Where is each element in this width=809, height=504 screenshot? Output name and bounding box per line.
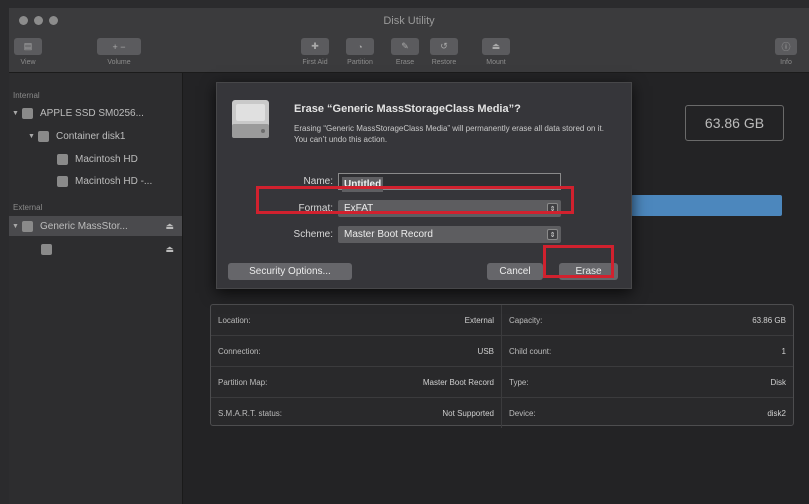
sidebar-item-label: Container disk1 [56, 130, 126, 142]
info-cell: Partition Map: Master Boot Record [211, 367, 501, 397]
sidebar-item-container[interactable]: ▼ Container disk1 [28, 126, 125, 146]
view-button-label: View [20, 59, 36, 66]
sidebar: Internal ▼ APPLE SSD SM0256... ▼ Contain… [9, 73, 183, 504]
volume-button[interactable]: + − Volume [97, 38, 141, 66]
info-cell: Location: External [211, 305, 501, 335]
scheme-select-value: Master Boot Record [344, 229, 433, 240]
info-key: Child count: [509, 346, 552, 356]
toolbar: Disk Utility ▤ View + − Volume ✚ First A… [9, 8, 809, 73]
erase-highlight-box [543, 245, 614, 278]
info-button-label: Info [780, 59, 792, 66]
info-key: Capacity: [509, 315, 543, 325]
eject-icon[interactable]: ⏏ [165, 244, 174, 255]
dialog-message: Erasing “Generic MassStorageClass Media”… [294, 124, 604, 144]
partition-button-label: Partition [347, 59, 373, 66]
mount-button-label: Mount [486, 59, 506, 66]
disk-utility-window: Disk Utility ▤ View + − Volume ✚ First A… [9, 8, 809, 504]
sidebar-item-macintosh-hd-data[interactable]: Macintosh HD -... [57, 171, 152, 191]
info-cell: Child count: 1 [501, 336, 793, 366]
sidebar-item-label: Macintosh HD [75, 153, 138, 165]
disclosure-triangle-icon[interactable]: ▼ [28, 133, 38, 140]
mount-icon: ⏏ [482, 38, 510, 55]
partition-icon: ◔ [346, 38, 374, 55]
table-row: Connection: USB Child count: 1 [211, 336, 793, 367]
security-options-button[interactable]: Security Options... [228, 263, 352, 280]
info-cell: Capacity: 63.86 GB [501, 305, 793, 335]
sidebar-item-generic-massstorage[interactable]: ▼ Generic MassStor... ⏏ [9, 216, 182, 236]
erase-toolbar-button[interactable]: ✎ Erase [391, 38, 419, 66]
erase-icon: ✎ [391, 38, 419, 55]
info-table: Location: External Capacity: 63.86 GB Conn… [210, 304, 794, 428]
restore-icon: ↺ [430, 38, 458, 55]
chevron-updown-icon: ⇕ [547, 229, 558, 240]
cancel-button[interactable]: Cancel [487, 263, 543, 280]
info-value: Disk [770, 377, 786, 387]
sidebar-item-apple-ssd[interactable]: ▼ APPLE SSD SM0256... [12, 103, 144, 123]
erase-toolbar-button-label: Erase [395, 59, 415, 66]
disk-icon [22, 107, 33, 119]
sidebar-item-label: APPLE SSD SM0256... [40, 107, 144, 119]
table-row: Location: External Capacity: 63.86 GB [211, 305, 793, 336]
volume-icon: + − [97, 38, 141, 55]
info-key: S.M.A.R.T. status: [218, 408, 283, 418]
sidebar-section-external: External [13, 203, 43, 212]
scheme-select[interactable]: Master Boot Record ⇕ [338, 226, 561, 243]
info-value: 1 [781, 346, 786, 356]
sidebar-item-label: Macintosh HD -... [75, 175, 153, 187]
dialog-title: Erase “Generic MassStorageClass Media”? [294, 103, 521, 115]
mount-button[interactable]: ⏏ Mount [482, 38, 510, 66]
partition-button[interactable]: ◔ Partition [346, 38, 374, 66]
info-key: Connection: [218, 346, 261, 356]
volume-icon [57, 153, 68, 165]
first-aid-button-label: First Aid [302, 59, 328, 66]
info-cell: Connection: USB [211, 336, 501, 366]
info-cell: Device: disk2 [501, 398, 793, 428]
sidebar-item-label: Generic MassStor... [40, 220, 128, 232]
sidebar-section-internal: Internal [13, 91, 40, 100]
info-value: Not Supported [442, 408, 494, 418]
info-cell: Type: Disk [501, 367, 793, 397]
scheme-label: Scheme: [293, 229, 333, 240]
sidebar-item-macintosh-hd[interactable]: Macintosh HD [57, 149, 138, 169]
container-icon [38, 130, 49, 142]
window-title: Disk Utility [383, 15, 435, 27]
first-aid-button[interactable]: ✚ First Aid [301, 38, 329, 66]
table-row: Partition Map: Master Boot Record Type: Di… [211, 367, 793, 398]
sidebar-item-volume[interactable]: ⏏ [9, 239, 182, 259]
volume-icon [57, 175, 68, 187]
info-key: Partition Map: [218, 377, 268, 387]
capacity-display: 63.86 GB [685, 105, 784, 141]
disclosure-triangle-icon[interactable]: ▼ [12, 223, 22, 230]
hard-drive-icon [232, 100, 269, 138]
volume-button-label: Volume [107, 59, 131, 66]
view-button[interactable]: ▤ View [14, 38, 42, 66]
format-highlight-box [256, 186, 574, 214]
info-value: Master Boot Record [422, 377, 494, 387]
disclosure-triangle-icon[interactable]: ▼ [12, 110, 22, 117]
restore-button-label: Restore [431, 59, 457, 66]
sidebar-icon: ▤ [14, 38, 42, 55]
info-key: Location: [218, 315, 251, 325]
info-value: External [464, 315, 494, 325]
info-key: Device: [509, 408, 536, 418]
eject-icon[interactable]: ⏏ [165, 221, 174, 232]
info-key: Type: [509, 377, 529, 387]
info-button[interactable]: ⓘ Info [775, 38, 797, 66]
info-value: disk2 [767, 408, 786, 418]
volume-icon [41, 243, 52, 255]
info-cell: S.M.A.R.T. status: Not Supported [211, 398, 501, 428]
restore-button[interactable]: ↺ Restore [430, 38, 458, 66]
usage-bar [631, 195, 782, 216]
info-icon: ⓘ [775, 38, 797, 55]
info-value: USB [477, 346, 494, 356]
info-value: 63.86 GB [752, 315, 786, 325]
disk-icon [22, 220, 33, 232]
table-row: S.M.A.R.T. status: Not Supported Device: d… [211, 398, 793, 428]
first-aid-icon: ✚ [301, 38, 329, 55]
